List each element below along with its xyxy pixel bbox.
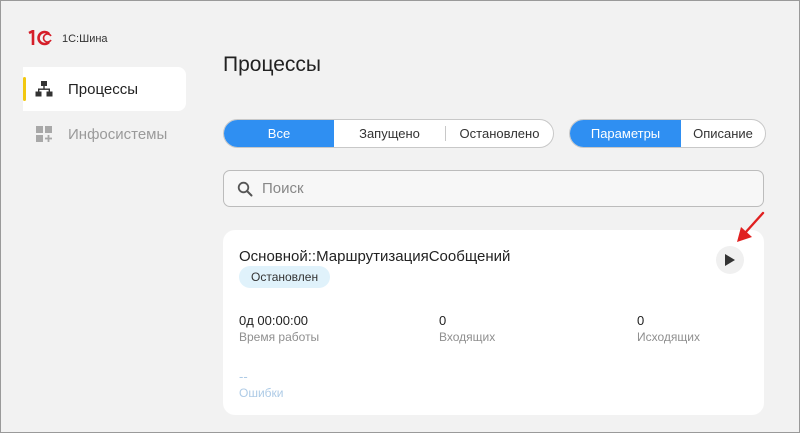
uptime-label: Время работы <box>239 330 320 344</box>
tab-parameters[interactable]: Параметры <box>570 120 681 147</box>
sidebar-item-label: Инфосистемы <box>68 125 168 143</box>
search-icon <box>237 181 253 197</box>
page-title: Процессы <box>223 53 322 76</box>
filter-all-button[interactable]: Все <box>224 120 334 147</box>
outgoing-label: Исходящих <box>637 330 700 344</box>
outgoing-value: 0 <box>637 313 645 328</box>
tab-description[interactable]: Описание <box>681 120 765 147</box>
process-tree-icon <box>35 81 53 97</box>
start-process-button[interactable] <box>716 246 744 274</box>
app-logo: 1С:Шина <box>27 28 108 48</box>
app-window: 1С:Шина Процессы Инфосистемы Процессы Вс… <box>0 0 800 433</box>
search-box <box>223 170 764 207</box>
infosystems-icon <box>36 126 52 142</box>
filter-running-button[interactable]: Запущено <box>334 120 445 147</box>
errors-link[interactable]: Ошибки <box>239 386 284 400</box>
play-icon <box>725 254 735 266</box>
1c-logo-icon <box>28 30 52 46</box>
sidebar-item-label: Процессы <box>68 80 139 98</box>
uptime-value: 0д 00:00:00 <box>239 313 309 328</box>
view-toggle: Параметры Описание <box>569 119 766 148</box>
filter-stopped-button[interactable]: Остановлено <box>446 120 553 147</box>
sidebar-item-processes[interactable]: Процессы <box>23 67 186 111</box>
sidebar-item-infosystems[interactable]: Инфосистемы <box>23 112 186 156</box>
incoming-value: 0 <box>439 313 447 328</box>
logo-text: 1С:Шина <box>62 33 108 45</box>
incoming-label: Входящих <box>439 330 496 344</box>
errors-value: -- <box>239 369 248 384</box>
process-name: Основной::МаршрутизацияСообщений <box>239 248 511 265</box>
search-input[interactable] <box>262 171 752 206</box>
status-filter: Все Запущено Остановлено <box>223 119 554 148</box>
status-badge: Остановлен <box>239 266 331 288</box>
annotation-arrow-icon <box>737 211 765 242</box>
process-card[interactable]: Основной::МаршрутизацияСообщений Останов… <box>223 230 764 415</box>
